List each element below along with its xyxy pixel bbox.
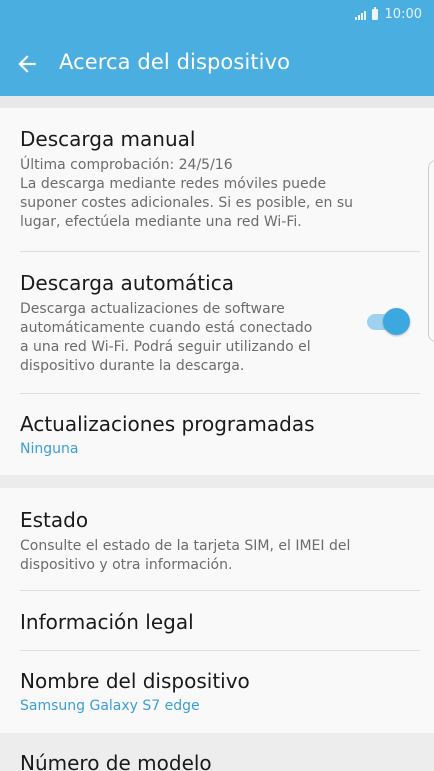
auto-download-toggle[interactable] [365,307,411,337]
legal-info-title: Información legal [20,610,194,634]
device-name-title: Nombre del dispositivo [20,669,250,693]
legal-info-item[interactable]: Información legal [20,609,416,635]
status-item[interactable]: Estado Consulte el estado de la tarjeta … [20,507,416,575]
page-title: Acerca del dispositivo [59,50,291,74]
model-number-title: Número de modelo [20,751,212,771]
model-number-item[interactable]: Número de modelo [20,750,416,771]
toggle-knob [383,308,410,335]
manual-download-title: Descarga manual [20,127,196,151]
signal-icon [354,9,369,20]
manual-download-line: lugar, efectúela mediante una red Wi-Fi. [20,214,302,230]
auto-download-title: Descarga automática [20,271,234,295]
manual-download-line: La descarga mediante redes móviles puede [20,176,327,192]
scheduled-updates-value: Ninguna [20,441,79,457]
divider [20,393,420,394]
device-name-item[interactable]: Nombre del dispositivo Samsung Galaxy S7… [20,668,416,716]
app-bar: Acerca del dispositivo [0,33,434,96]
edge-panel-handle[interactable] [428,160,434,342]
scheduled-updates-item[interactable]: Actualizaciones programadas Ninguna [20,411,416,459]
manual-download-line: Última comprobación: 24/5/16 [20,157,233,173]
auto-download-line: Descarga actualizaciones de software [20,301,285,317]
header-divider [0,96,434,108]
status-line: dispositivo y otra información. [20,557,233,573]
divider [20,650,420,651]
manual-download-item[interactable]: Descarga manual Última comprobación: 24/… [20,126,416,232]
device-name-value: Samsung Galaxy S7 edge [20,698,200,714]
divider [20,590,420,591]
auto-download-line: a una red Wi-Fi. Podrá seguir utilizando… [20,339,311,355]
auto-download-item[interactable]: Descarga automática Descarga actualizaci… [20,270,350,376]
scheduled-updates-title: Actualizaciones programadas [20,412,315,436]
status-bar: 10:00 [0,0,434,33]
auto-download-description: Descarga actualizaciones de software aut… [20,300,350,376]
status-time: 10:00 [384,7,422,22]
auto-download-line: automáticamente cuando está conectado [20,320,313,336]
screen: 10:00 Acerca del dispositivo Descarga ma… [0,0,434,771]
auto-download-line: dispositivo durante la descarga. [20,358,245,374]
battery-icon [371,7,378,20]
manual-download-line: suponer costes adicionales. Si es posibl… [20,195,353,211]
arrow-left-icon[interactable] [14,51,40,77]
section-gap [0,475,434,488]
status-icons: 10:00 [354,7,422,22]
status-description: Consulte el estado de la tarjeta SIM, el… [20,537,416,575]
divider [20,251,420,252]
status-line: Consulte el estado de la tarjeta SIM, el… [20,538,351,554]
manual-download-description: Última comprobación: 24/5/16 La descarga… [20,156,416,232]
status-title: Estado [20,508,89,532]
